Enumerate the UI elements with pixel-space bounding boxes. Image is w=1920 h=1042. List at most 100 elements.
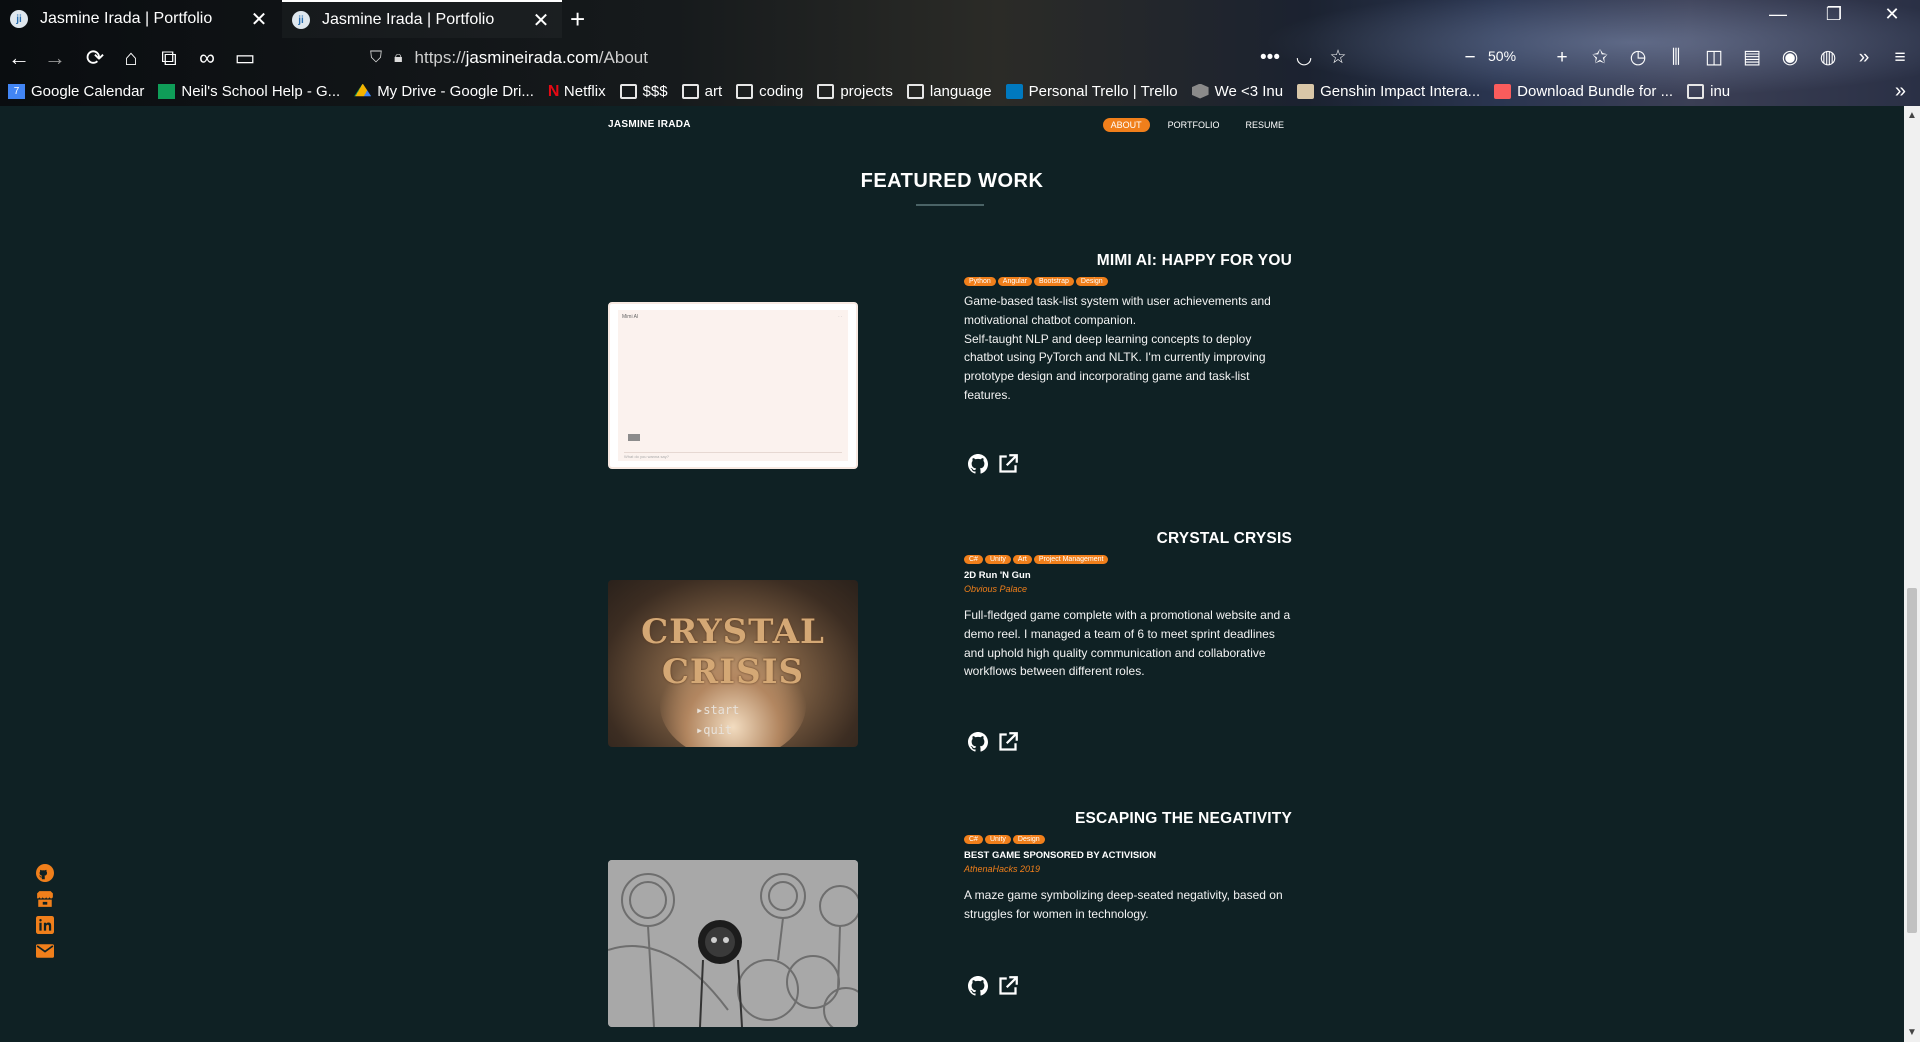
nav-resume[interactable]: RESUME [1237, 118, 1292, 132]
site-brand[interactable]: JASMINE IRADA [608, 119, 691, 130]
cube-icon [1191, 83, 1209, 99]
bookmark-folder-projects[interactable]: projects [817, 83, 893, 100]
back-icon[interactable]: ← [4, 44, 34, 72]
menu-icon[interactable]: ≡ [1886, 44, 1914, 72]
new-tab-icon[interactable]: + [570, 4, 585, 35]
github-icon[interactable] [968, 976, 988, 996]
github-icon[interactable] [968, 732, 988, 752]
bookmark-folder-inu[interactable]: inu [1687, 83, 1730, 100]
linkedin-icon[interactable] [36, 916, 54, 934]
zoom-in-icon[interactable]: + [1548, 44, 1576, 72]
tracking-shield-icon[interactable]: ⛉ [370, 49, 382, 67]
github-icon[interactable] [968, 454, 988, 474]
library-icon[interactable]: ⫼ [1662, 44, 1690, 72]
sheets-icon [158, 83, 176, 99]
forward-icon[interactable]: → [40, 44, 70, 72]
home-icon[interactable]: ⌂ [116, 44, 146, 72]
private-mask-icon[interactable]: ∞ [192, 44, 222, 72]
scroll-down-icon[interactable]: ▼ [1904, 1027, 1920, 1038]
bookmark-download-bundle[interactable]: Download Bundle for ... [1494, 83, 1673, 100]
nav-about[interactable]: ABOUT [1102, 118, 1150, 132]
external-link-icon[interactable] [998, 454, 1018, 474]
thumbnail-header: Mimi AI [622, 314, 639, 320]
external-link-icon[interactable] [998, 976, 1018, 996]
page-actions-icon[interactable]: ••• [1256, 44, 1284, 72]
zoom-out-icon[interactable]: − [1456, 44, 1484, 72]
site-favicon: ji [10, 10, 28, 28]
overflow-icon[interactable]: » [1850, 44, 1878, 72]
scroll-up-icon[interactable]: ▲ [1904, 110, 1920, 121]
bookmark-folder-coding[interactable]: coding [736, 83, 803, 100]
close-tab-icon[interactable]: ✕ [248, 7, 270, 32]
bookmark-my-drive[interactable]: My Drive - Google Dri... [354, 83, 534, 100]
tab-1[interactable]: ji Jasmine Irada | Portfolio ✕ [0, 0, 280, 38]
minimize-icon[interactable]: — [1758, 4, 1798, 25]
zoom-level[interactable]: 50% [1488, 48, 1516, 64]
tag: Project Management [1033, 555, 1109, 564]
page-scrollbar[interactable]: ▲ ▼ [1904, 106, 1920, 1042]
tag: Art [1012, 555, 1032, 564]
bookmark-genshin[interactable]: Genshin Impact Intera... [1297, 83, 1480, 100]
external-link-icon[interactable] [998, 732, 1018, 752]
project-title: CRYSTAL CRYSIS [1156, 530, 1292, 547]
extension-icon[interactable]: ◍ [1814, 44, 1842, 72]
bookmark-google-calendar[interactable]: 7 Google Calendar [8, 83, 144, 100]
bookmark-trello[interactable]: Personal Trello | Trello [1005, 83, 1178, 100]
account-icon[interactable]: ◉ [1776, 44, 1804, 72]
bookmark-folder-art[interactable]: art [681, 83, 722, 100]
scrollbar-thumb[interactable] [1907, 588, 1917, 933]
close-tab-icon[interactable]: ✕ [530, 8, 552, 33]
thumbnail-game-title: CRYSTAL CRISIS [641, 612, 825, 692]
bookmark-folder-language[interactable]: language [906, 83, 992, 100]
address-bar[interactable]: ⛉ 🔒︎ https://jasmineirada.com/About [370, 44, 1250, 72]
restore-icon[interactable]: ❐ [1814, 4, 1854, 25]
tag: C# [964, 835, 983, 844]
tab-title: Jasmine Irada | Portfolio [40, 10, 213, 27]
screenshot-icon[interactable]: ▭ [230, 44, 260, 72]
pocket-icon[interactable]: ◡ [1290, 44, 1318, 72]
bookmark-label: inu [1710, 82, 1731, 100]
lock-icon[interactable]: 🔒︎ [394, 49, 403, 67]
nav-portfolio[interactable]: PORTFOLIO [1160, 118, 1228, 132]
site-navbar: JASMINE IRADA ABOUT PORTFOLIO RESUME [608, 118, 1292, 134]
close-window-icon[interactable]: ✕ [1872, 4, 1912, 25]
bookmark-star-icon[interactable]: ☆ [1324, 44, 1352, 72]
sidebar-icon[interactable]: ◫ [1700, 44, 1728, 72]
bookmark-label: Genshin Impact Intera... [1320, 82, 1481, 100]
bookmarks-menu-icon[interactable]: ✩ [1586, 44, 1614, 72]
project-thumbnail[interactable]: CRYSTAL CRISIS ▸start ▸quit [608, 580, 858, 747]
thumbnail-nav: · · [838, 314, 842, 319]
bookmark-label: We <3 Inu [1214, 82, 1284, 100]
bookmark-label: Netflix [563, 82, 606, 100]
tab-2[interactable]: ji Jasmine Irada | Portfolio ✕ [282, 0, 562, 38]
bookmark-label: My Drive - Google Dri... [377, 82, 534, 100]
genshin-icon [1297, 83, 1315, 99]
bookmark-label: projects [840, 82, 893, 100]
new-container-icon[interactable]: ⧉ [154, 44, 184, 72]
project-links [968, 732, 1018, 752]
bookmark-we-love-inu[interactable]: We <3 Inu [1191, 82, 1284, 100]
folder-icon [681, 83, 699, 99]
history-icon[interactable]: ◷ [1624, 44, 1652, 72]
reader-icon[interactable]: ▤ [1738, 44, 1766, 72]
project-thumbnail[interactable]: Mimi AI · · What do you wanna say? [608, 302, 858, 469]
reload-icon[interactable]: ⟳ [80, 44, 110, 72]
title-divider [916, 204, 984, 206]
project-thumbnail[interactable] [608, 860, 858, 1027]
project-title: MIMI AI: HAPPY FOR YOU [1096, 252, 1292, 269]
bookmark-neils-school-help[interactable]: Neil's School Help - G... [158, 83, 340, 100]
url-text[interactable]: https://jasmineirada.com/About [415, 48, 648, 68]
github-icon[interactable] [36, 864, 54, 882]
itch-icon[interactable] [36, 890, 54, 908]
email-icon[interactable] [36, 942, 54, 960]
bookmark-folder-money[interactable]: $$$ [619, 83, 668, 100]
thumbnail-menu-start: ▸start [696, 703, 740, 717]
project-subtitle: 2D Run 'N Gun [964, 570, 1031, 581]
bookmark-netflix[interactable]: N Netflix [548, 83, 606, 100]
navigation-toolbar: ← → ⟳ ⌂ ⧉ ∞ ▭ ⛉ 🔒︎ https://jasmineirada.… [0, 40, 1920, 76]
project-event: Obvious Palace [964, 584, 1028, 594]
bookmarks-overflow-icon[interactable]: » [1895, 80, 1906, 103]
tag: C# [964, 555, 983, 564]
thumbnail-screen [618, 310, 848, 461]
section-title: FEATURED WORK [860, 170, 1044, 192]
